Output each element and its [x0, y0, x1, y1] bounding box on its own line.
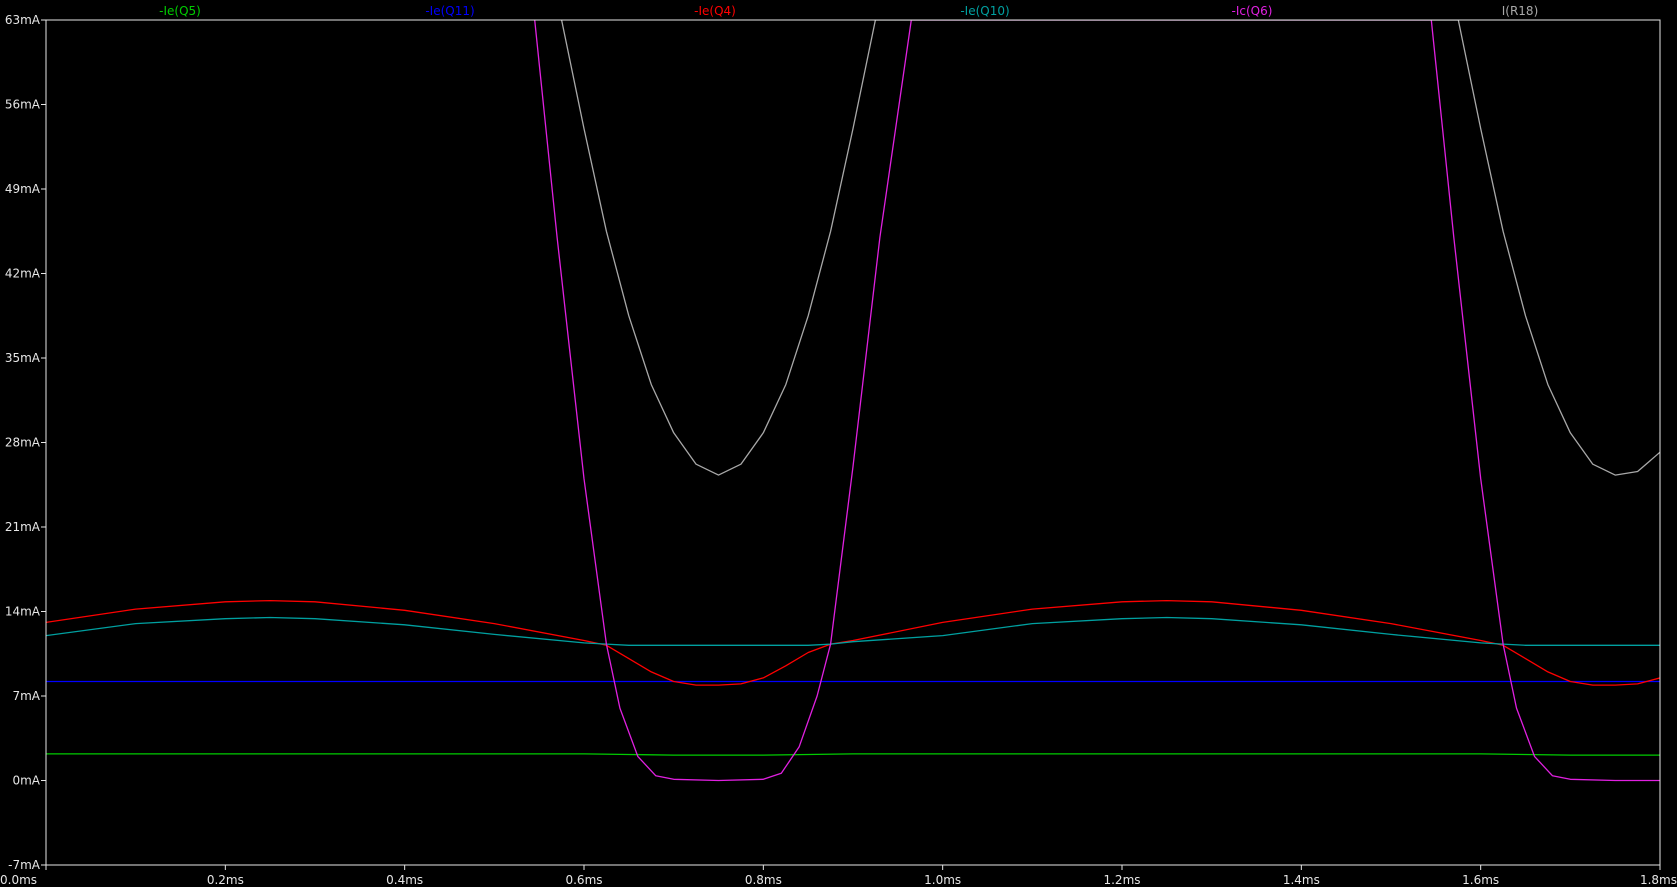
- y-tick-label: -7mA: [8, 858, 41, 872]
- legend-ie-q5[interactable]: -Ie(Q5): [159, 4, 201, 18]
- x-tick-label: 1.6ms: [1462, 873, 1499, 887]
- y-tick-label: 49mA: [5, 182, 41, 196]
- x-tick-label: 0.4ms: [386, 873, 423, 887]
- x-tick-label: 0.8ms: [745, 873, 782, 887]
- x-tick-label: 1.0ms: [924, 873, 961, 887]
- y-tick-label: 63mA: [5, 13, 41, 27]
- legend-ie-q11[interactable]: -Ie(Q11): [425, 4, 474, 18]
- x-tick-label: 0.2ms: [207, 873, 244, 887]
- y-tick-label: 21mA: [5, 520, 41, 534]
- x-tick-label: 0.0ms: [0, 873, 37, 887]
- x-tick-label: 0.6ms: [565, 873, 602, 887]
- legend-ie-q10[interactable]: -Ie(Q10): [960, 4, 1009, 18]
- y-tick-label: 28mA: [5, 436, 41, 450]
- y-tick-label: 56mA: [5, 98, 41, 112]
- y-tick-label: 42mA: [5, 267, 41, 281]
- legend-i-r18[interactable]: I(R18): [1502, 4, 1539, 18]
- y-tick-label: 14mA: [5, 605, 41, 619]
- x-tick-label: 1.2ms: [1103, 873, 1140, 887]
- y-tick-label: 7mA: [12, 689, 40, 703]
- x-tick-label: 1.8ms: [1640, 873, 1677, 887]
- legend-ie-q4[interactable]: -Ie(Q4): [694, 4, 736, 18]
- x-tick-label: 1.4ms: [1283, 873, 1320, 887]
- waveform-plot[interactable]: -Ie(Q5) -Ie(Q11) -Ie(Q4) -Ie(Q10) -Ic(Q6) I(R…: [0, 0, 1677, 887]
- legend-ic-q6[interactable]: -Ic(Q6): [1232, 4, 1273, 18]
- y-tick-label: 35mA: [5, 351, 41, 365]
- y-tick-label: 0mA: [12, 774, 40, 788]
